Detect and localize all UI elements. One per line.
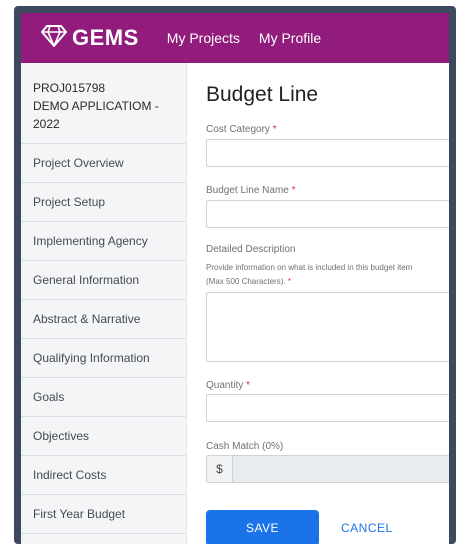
sidebar-item-first-year-budget[interactable]: First Year Budget <box>21 495 186 534</box>
cash-match-input-group: $ <box>206 455 449 483</box>
project-id: PROJ015798 <box>33 81 106 95</box>
nav-my-projects[interactable]: My Projects <box>167 30 240 46</box>
sidebar-item-general-information[interactable]: General Information <box>21 261 186 300</box>
logo[interactable]: GEMS <box>41 24 139 52</box>
sidebar-item-abstract-narrative[interactable]: Abstract & Narrative <box>21 300 186 339</box>
sidebar-item-project-overview[interactable]: Project Overview <box>21 144 186 183</box>
app-window: GEMS My Projects My Profile PROJ015798 D… <box>21 13 449 544</box>
sidebar-item-indirect-costs[interactable]: Indirect Costs <box>21 456 186 495</box>
page-title: Budget Line <box>206 83 319 106</box>
cash-match-label: Cash Match (0%) <box>206 441 284 452</box>
cancel-button[interactable]: CANCEL <box>341 521 393 535</box>
quantity-label: Quantity * <box>206 380 250 391</box>
sidebar-item-implementing-agency[interactable]: Implementing Agency <box>21 222 186 261</box>
project-name-line-2: 2022 <box>33 117 60 131</box>
cost-category-select[interactable] <box>206 139 449 167</box>
currency-prefix: $ <box>207 456 233 482</box>
sidebar-item-project-setup[interactable]: Project Setup <box>21 183 186 222</box>
save-button[interactable]: SAVE <box>206 510 319 544</box>
sidebar: PROJ015798 DEMO APPLICATIOM - 2022 Proje… <box>21 63 187 544</box>
budget-line-form: Budget Line Cost Category * Budget Line … <box>187 63 449 544</box>
required-marker: * <box>287 277 291 286</box>
description-label: Detailed Description <box>206 244 296 255</box>
required-marker: * <box>272 124 277 135</box>
top-navbar: GEMS My Projects My Profile <box>21 13 449 63</box>
required-marker: * <box>246 380 250 391</box>
sidebar-item-objectives[interactable]: Objectives <box>21 417 186 456</box>
quantity-input[interactable] <box>206 394 449 422</box>
cash-match-input[interactable] <box>233 456 449 482</box>
project-id-block: PROJ015798 DEMO APPLICATIOM - 2022 <box>21 63 186 144</box>
cost-category-label: Cost Category * <box>206 124 277 135</box>
sidebar-item-goals[interactable]: Goals <box>21 378 186 417</box>
diamond-icon <box>41 24 67 52</box>
description-textarea[interactable] <box>206 292 449 362</box>
budget-line-name-label: Budget Line Name * <box>206 185 296 196</box>
sidebar-item-qualifying-information[interactable]: Qualifying Information <box>21 339 186 378</box>
project-name-line-1: DEMO APPLICATIOM - <box>33 99 159 113</box>
budget-line-name-input[interactable] <box>206 200 449 228</box>
nav-my-profile[interactable]: My Profile <box>259 30 321 46</box>
logo-text: GEMS <box>72 25 139 50</box>
description-help: Provide information on what is included … <box>206 263 413 286</box>
required-marker: * <box>291 185 296 196</box>
